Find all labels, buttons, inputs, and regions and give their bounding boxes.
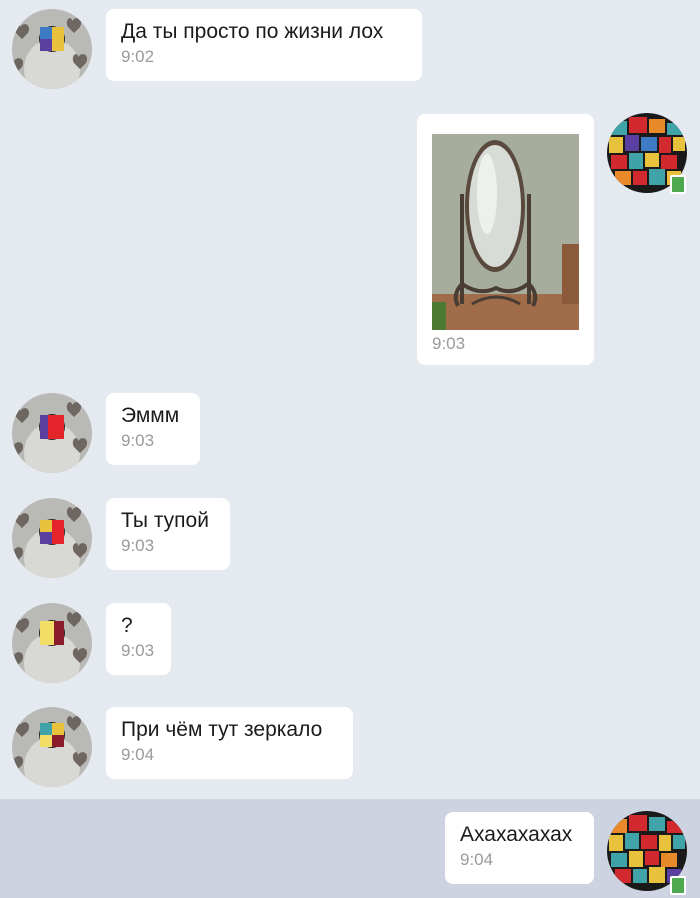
message-text: При чём тут зеркало — [121, 718, 323, 741]
friend-avatar-icon[interactable] — [12, 707, 92, 787]
message-time: 9:03 — [432, 334, 466, 353]
message-time: 9:03 — [121, 641, 155, 660]
selected-message-highlight — [0, 799, 700, 898]
message-text: Да ты просто по жизни лох — [121, 20, 384, 43]
message-time: 9:03 — [121, 536, 155, 555]
message-text: Эммм — [121, 404, 180, 427]
message-text: Ты тупой — [121, 509, 209, 532]
image-message-bubble[interactable]: 9:03 — [417, 114, 594, 365]
message-bubble[interactable]: ? 9:03 — [106, 603, 171, 675]
message-time: 9:03 — [121, 431, 155, 450]
message-bubble[interactable]: Ты тупой 9:03 — [106, 498, 230, 570]
message-time: 9:04 — [460, 850, 494, 869]
message-bubble[interactable]: При чём тут зеркало 9:04 — [106, 707, 353, 779]
message-bubble[interactable]: Да ты просто по жизни лох 9:02 — [106, 9, 422, 81]
friend-avatar-icon[interactable] — [12, 603, 92, 683]
friend-avatar-icon[interactable] — [12, 498, 92, 578]
mirror-photo[interactable] — [432, 134, 579, 330]
message-text: Ахахахахах — [460, 823, 573, 846]
message-text: ? — [121, 614, 133, 637]
message-bubble[interactable]: Ахахахахах 9:04 — [445, 812, 594, 884]
friend-avatar-icon[interactable] — [12, 393, 92, 473]
mobile-online-icon — [670, 876, 686, 895]
message-time: 9:04 — [121, 745, 155, 764]
message-time: 9:02 — [121, 47, 155, 66]
friend-avatar-icon[interactable] — [12, 9, 92, 89]
message-bubble[interactable]: Эммм 9:03 — [106, 393, 200, 465]
mobile-online-icon — [670, 175, 686, 194]
